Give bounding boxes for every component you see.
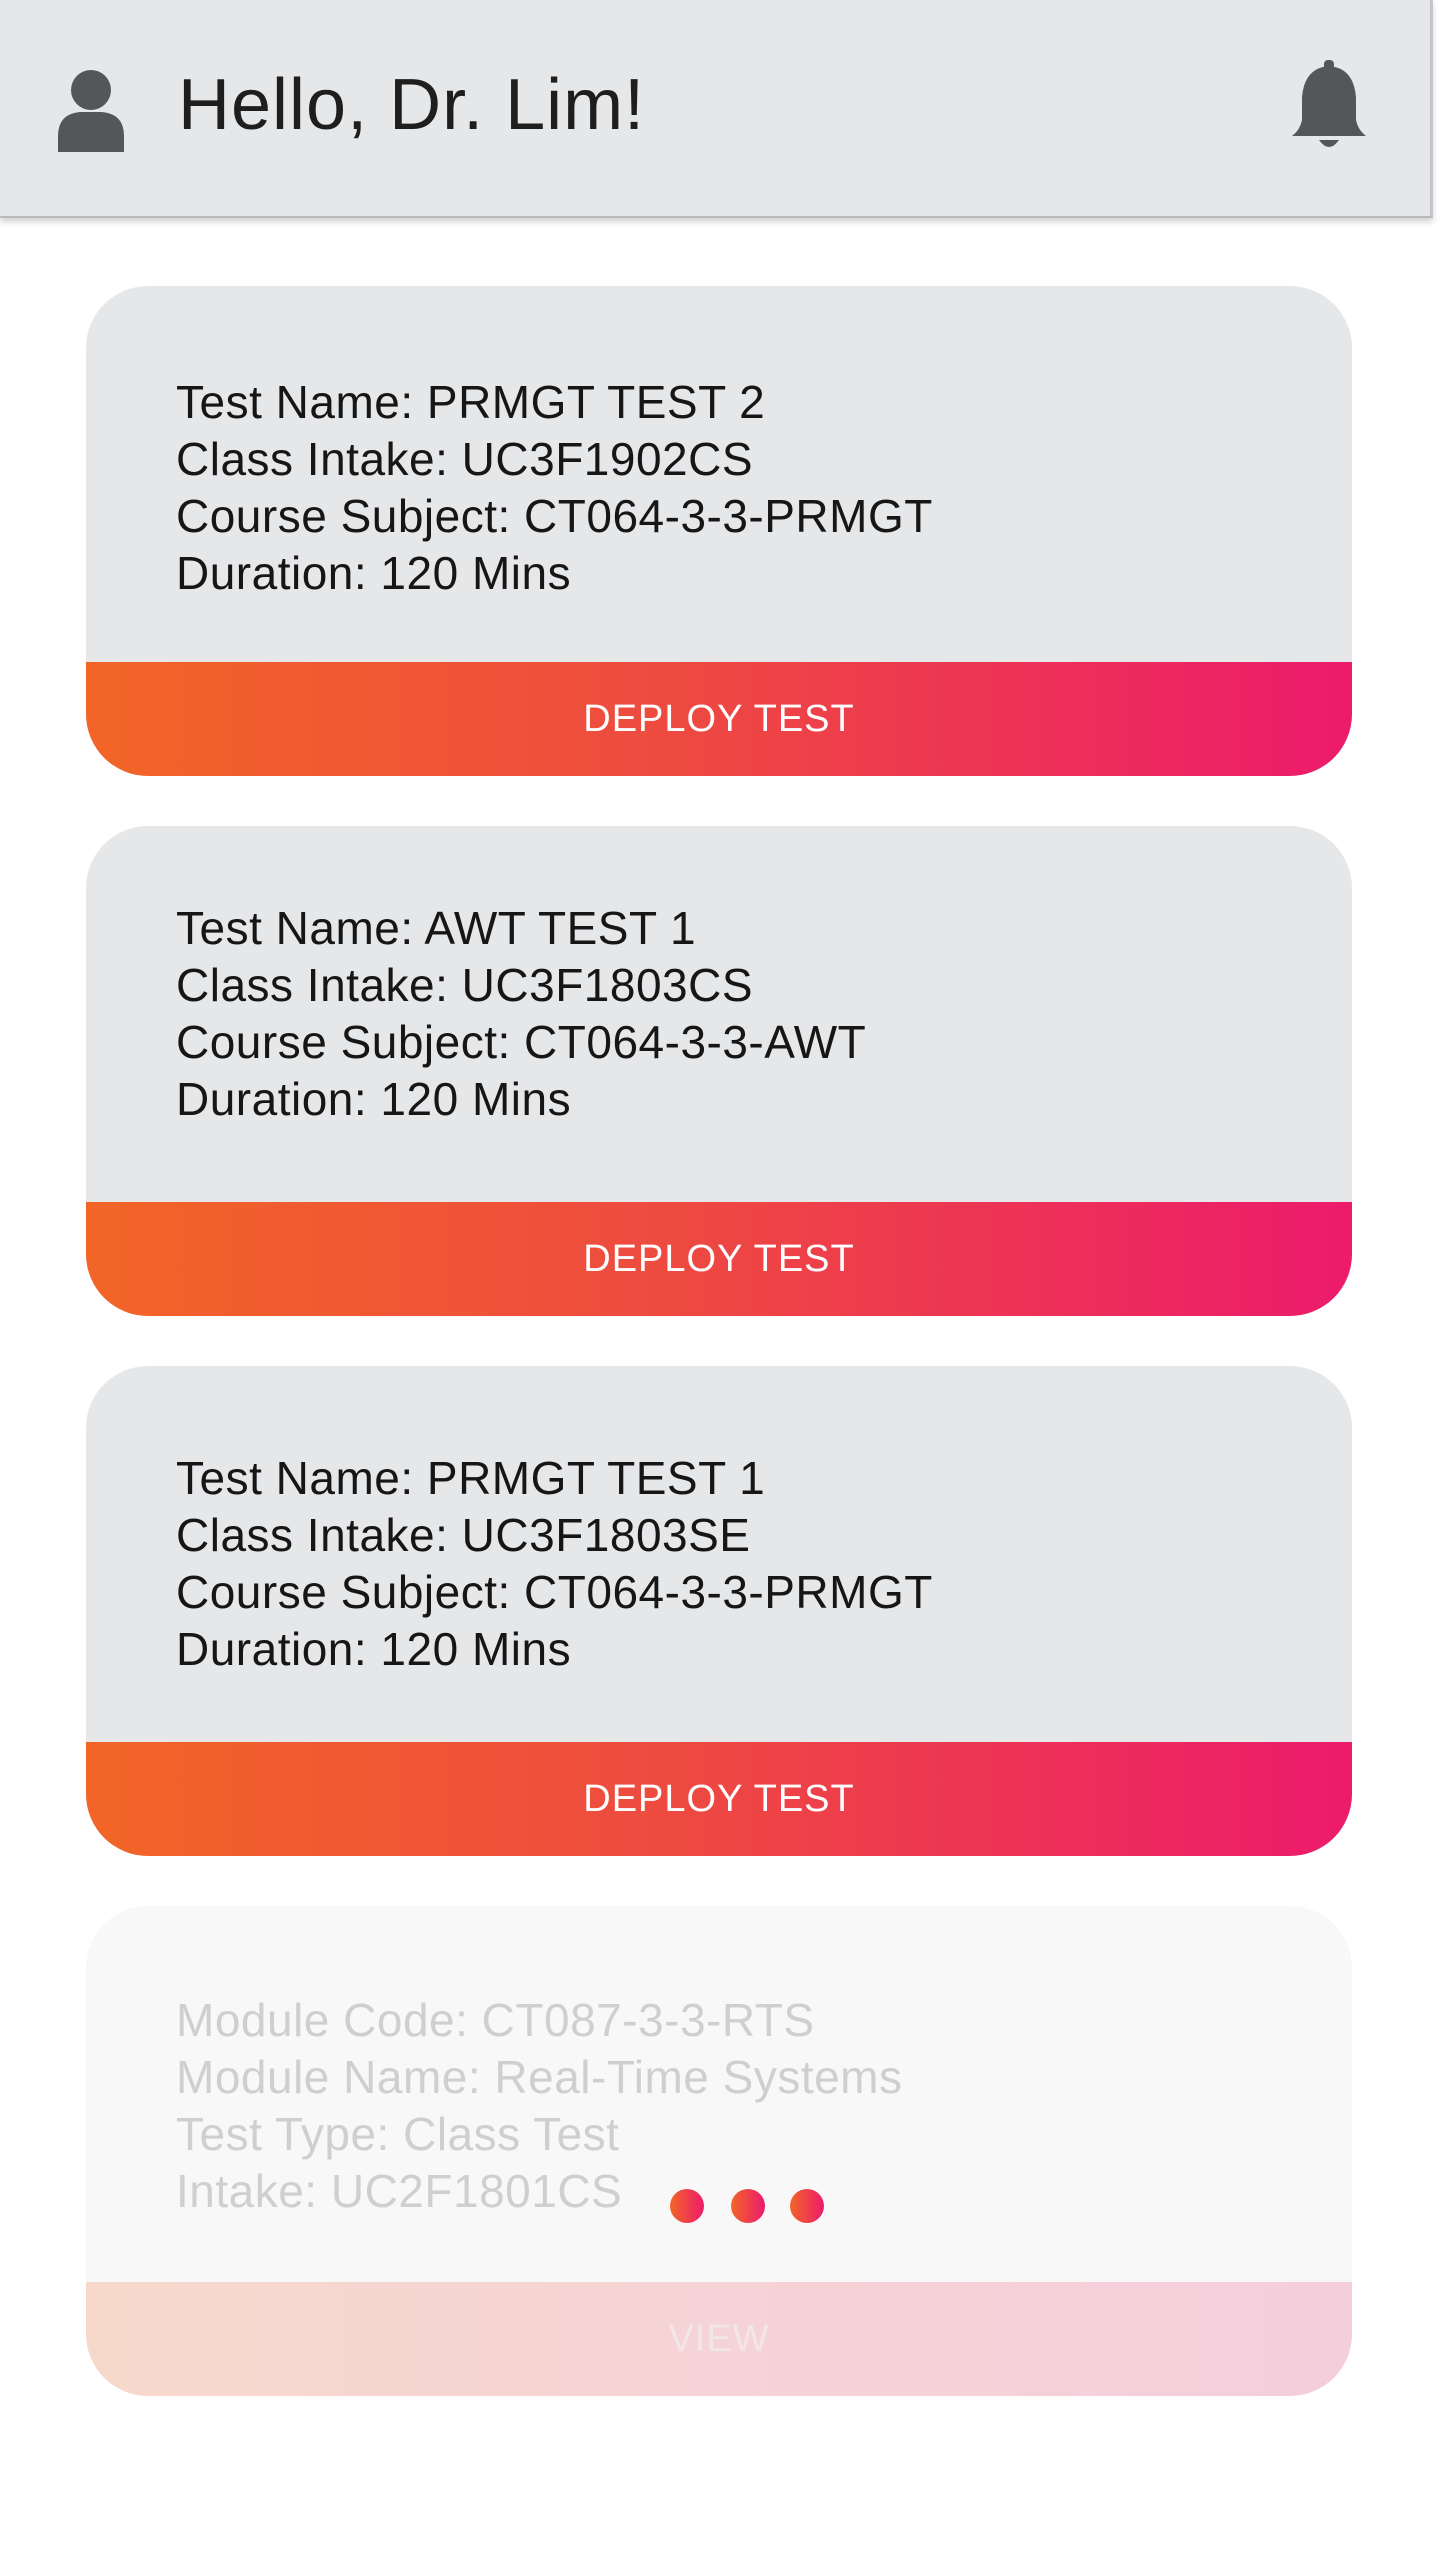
- test-details: Test Name: PRMGT TEST 1 Class Intake: UC…: [176, 1450, 933, 1678]
- deploy-test-button[interactable]: DEPLOY TEST: [86, 662, 1352, 776]
- test-card: Test Name: AWT TEST 1 Class Intake: UC3F…: [86, 826, 1352, 1316]
- loading-dots-icon: [670, 2189, 824, 2223]
- module-code: Module Code: CT087-3-3-RTS: [176, 1994, 815, 2046]
- module-card-loading: Module Code: CT087-3-3-RTS Module Name: …: [86, 1906, 1352, 2396]
- view-button[interactable]: VIEW: [86, 2282, 1352, 2396]
- duration: Duration: 120 Mins: [176, 1073, 572, 1125]
- test-card: Test Name: PRMGT TEST 2 Class Intake: UC…: [86, 286, 1352, 776]
- test-name: Test Name: PRMGT TEST 2: [176, 376, 766, 428]
- class-intake: Class Intake: UC3F1803SE: [176, 1509, 751, 1561]
- greeting-title: Hello, Dr. Lim!: [178, 65, 646, 145]
- course-subject: Course Subject: CT064-3-3-AWT: [176, 1016, 867, 1068]
- test-details: Test Name: AWT TEST 1 Class Intake: UC3F…: [176, 900, 866, 1128]
- class-intake: Class Intake: UC3F1902CS: [176, 433, 754, 485]
- app-header: Hello, Dr. Lim!: [0, 0, 1433, 218]
- course-subject: Course Subject: CT064-3-3-PRMGT: [176, 490, 933, 542]
- test-details: Test Name: PRMGT TEST 2 Class Intake: UC…: [176, 374, 933, 602]
- user-icon[interactable]: [56, 68, 126, 152]
- course-subject: Course Subject: CT064-3-3-PRMGT: [176, 1566, 933, 1618]
- deploy-test-button[interactable]: DEPLOY TEST: [86, 1742, 1352, 1856]
- bell-icon[interactable]: [1290, 60, 1368, 152]
- class-intake: Class Intake: UC3F1803CS: [176, 959, 754, 1011]
- test-name: Test Name: PRMGT TEST 1: [176, 1452, 766, 1504]
- module-name: Module Name: Real-Time Systems: [176, 2051, 903, 2103]
- test-name: Test Name: AWT TEST 1: [176, 902, 697, 954]
- duration: Duration: 120 Mins: [176, 547, 572, 599]
- test-card: Test Name: PRMGT TEST 1 Class Intake: UC…: [86, 1366, 1352, 1856]
- test-type: Test Type: Class Test: [176, 2108, 620, 2160]
- deploy-test-button[interactable]: DEPLOY TEST: [86, 1202, 1352, 1316]
- duration: Duration: 120 Mins: [176, 1623, 572, 1675]
